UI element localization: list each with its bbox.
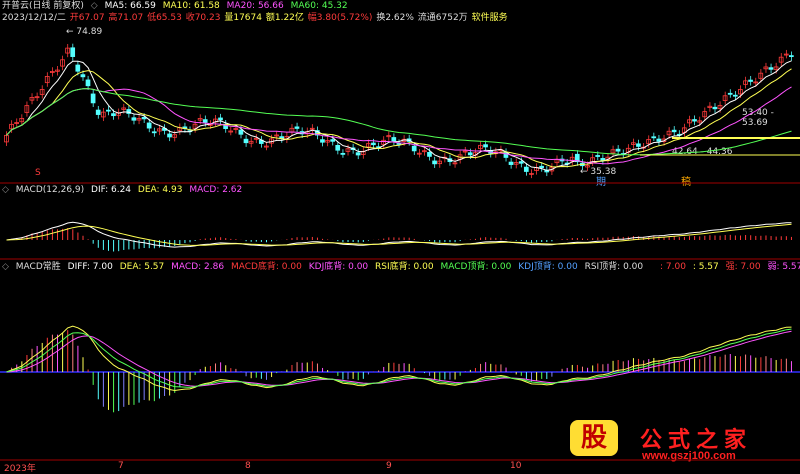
candle-body — [330, 139, 335, 142]
candle-body — [692, 119, 697, 122]
candle-body — [467, 152, 473, 156]
candle-body — [789, 55, 794, 58]
candle-body — [335, 144, 341, 151]
candle-body — [355, 152, 361, 156]
candle-body — [243, 138, 249, 144]
candle-body — [768, 67, 774, 70]
candle-body — [651, 136, 657, 139]
candle-body — [518, 161, 524, 164]
candle-body — [396, 143, 402, 145]
candle-body — [391, 137, 397, 142]
candle-body — [483, 144, 488, 148]
candle-body — [712, 106, 718, 110]
candle-body — [371, 142, 376, 146]
candle-body — [218, 117, 223, 121]
candle-body — [90, 93, 96, 104]
candle-body — [238, 129, 244, 135]
candle-body — [294, 126, 300, 129]
ma20-line — [6, 86, 792, 165]
candle-body — [202, 119, 208, 123]
ma10-line — [6, 68, 792, 168]
candle-body — [80, 74, 86, 78]
candle-body — [656, 138, 662, 142]
candle-body — [671, 129, 677, 133]
candle-body — [615, 148, 621, 152]
candle-body — [432, 160, 437, 165]
candle-body — [595, 155, 601, 157]
candle-body — [151, 131, 157, 134]
candle-body — [539, 165, 544, 169]
candle-body — [146, 122, 152, 129]
candle-body — [427, 151, 432, 157]
candle-body — [95, 109, 101, 115]
candle-body — [340, 152, 346, 155]
candle-body — [75, 64, 81, 72]
candle-body — [320, 139, 325, 143]
stock-chart-canvas[interactable] — [0, 0, 800, 474]
candle-body — [411, 145, 417, 152]
candle-body — [141, 116, 147, 120]
candle-body — [523, 166, 529, 172]
candle-body — [727, 92, 733, 95]
candle-body — [636, 143, 641, 147]
candle-body — [748, 79, 753, 82]
candle-body — [131, 117, 137, 121]
candle-body — [111, 113, 116, 117]
candle-body — [508, 161, 514, 165]
candle-body — [70, 47, 76, 57]
candle-body — [85, 79, 91, 87]
candle-body — [732, 94, 738, 97]
ma5-line — [6, 60, 792, 171]
candle-body — [167, 133, 172, 138]
candle-body — [106, 109, 111, 112]
